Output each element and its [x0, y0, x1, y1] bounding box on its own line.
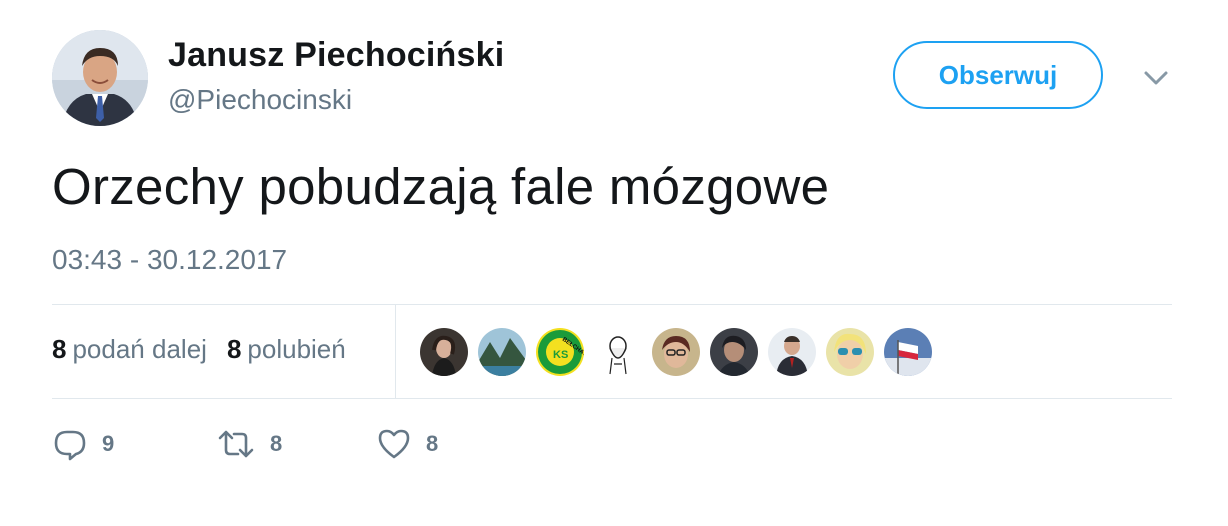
like-stat-count: 8 [226, 334, 242, 364]
liker-avatar-6[interactable] [710, 328, 758, 376]
author-display-name[interactable]: Janusz Piechociński [168, 36, 504, 75]
tweet-stats: 8 podań dalej 8 polubień [52, 334, 346, 365]
heart-icon [378, 429, 410, 459]
tweet-text: Orzechy pobudzają fale mózgowe [52, 158, 830, 215]
retweet-stat-label: podań dalej [72, 334, 207, 364]
retweet-stat-count: 8 [52, 334, 67, 364]
liker-avatars: KSBEŁCHATÓW [420, 328, 932, 376]
like-stat-label: polubień [247, 334, 346, 364]
liker-avatar-3[interactable]: KSBEŁCHATÓW [536, 328, 584, 376]
tweet-card: Janusz Piechociński @Piechocinski Obserw… [0, 0, 1228, 526]
chevron-down-icon[interactable] [1140, 62, 1172, 94]
liker-badge-letters: KS [553, 349, 568, 361]
author-handle[interactable]: @Piechocinski [168, 84, 352, 116]
liker-avatar-1[interactable] [420, 328, 468, 376]
divider-bottom [52, 398, 1172, 399]
like-button[interactable]: 8 [376, 424, 438, 464]
reply-count: 9 [102, 431, 115, 456]
like-stat[interactable]: 8 polubień [227, 334, 346, 365]
divider-vertical [395, 305, 396, 398]
liker-avatar-7[interactable] [768, 328, 816, 376]
liker-avatar-5[interactable] [652, 328, 700, 376]
author-avatar[interactable] [52, 30, 148, 126]
reply-button[interactable]: 9 [52, 424, 114, 464]
liker-avatar-9[interactable] [884, 328, 932, 376]
retweet-stat[interactable]: 8 podań dalej [52, 334, 207, 365]
like-count: 8 [426, 431, 439, 456]
retweet-button[interactable]: 8 [216, 424, 282, 464]
divider-top [52, 304, 1172, 305]
retweet-count: 8 [270, 431, 283, 456]
retweet-icon [218, 430, 254, 458]
profile-photo [52, 30, 148, 126]
liker-avatar-8[interactable] [826, 328, 874, 376]
liker-avatar-2[interactable] [478, 328, 526, 376]
tweet-timestamp[interactable]: 03:43 - 30.12.2017 [52, 244, 287, 276]
reply-icon [54, 430, 86, 461]
follow-button[interactable]: Obserwuj [893, 41, 1103, 109]
liker-avatar-4[interactable] [594, 328, 642, 376]
